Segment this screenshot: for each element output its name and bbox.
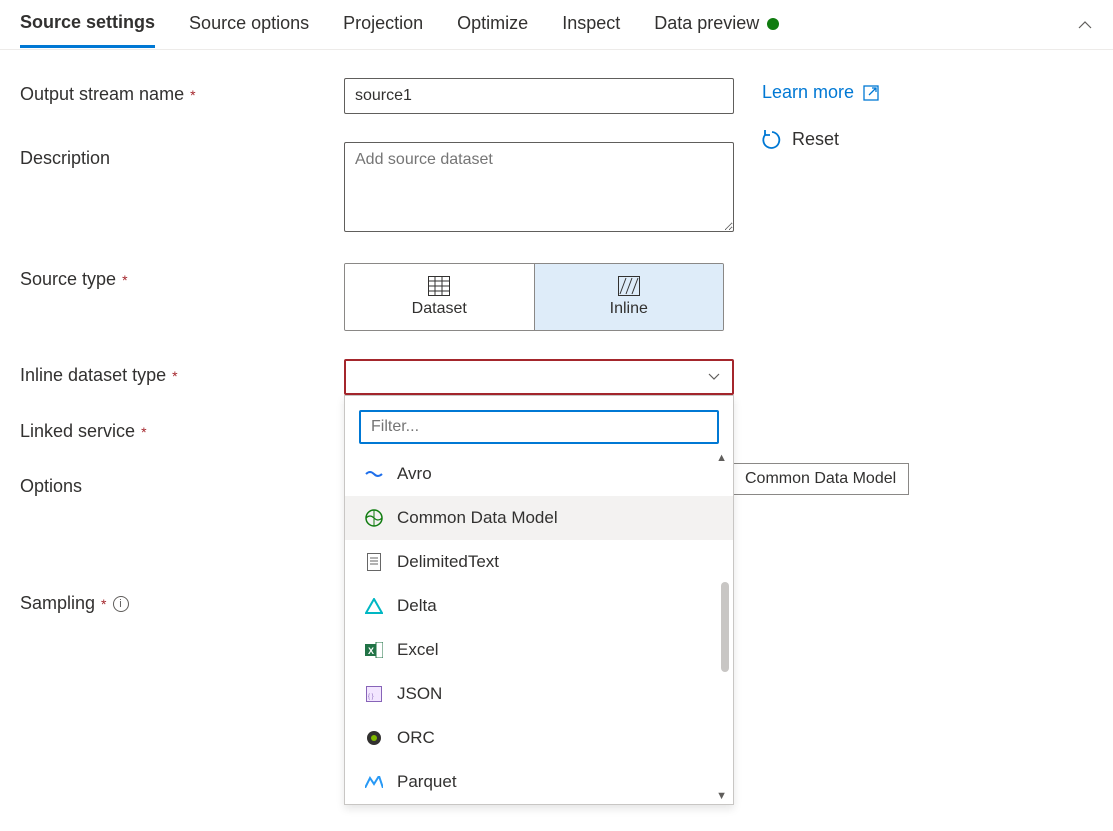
label-description: Description bbox=[20, 142, 344, 169]
dropdown-scrollbar[interactable] bbox=[721, 582, 729, 672]
json-icon: { } bbox=[365, 685, 383, 703]
dropdown-filter-input[interactable] bbox=[359, 410, 719, 444]
row-output-stream-name: Output stream name* bbox=[20, 78, 734, 114]
inline-dataset-type-combobox[interactable] bbox=[344, 359, 734, 395]
svg-text:{ }: { } bbox=[368, 694, 374, 700]
form-column: Output stream name* Description Source t… bbox=[20, 78, 734, 642]
output-stream-name-input[interactable] bbox=[344, 78, 734, 114]
row-description: Description bbox=[20, 142, 734, 235]
info-icon[interactable]: i bbox=[113, 596, 129, 612]
delta-icon bbox=[365, 597, 383, 615]
collapse-panel-icon[interactable] bbox=[1077, 17, 1093, 33]
label-output-stream-name: Output stream name* bbox=[20, 78, 344, 105]
dataset-type-dropdown: ▲ Avro Common Data Model DelimitedText bbox=[344, 395, 734, 805]
dropdown-item-delimitedtext[interactable]: DelimitedText bbox=[345, 540, 733, 584]
reset-button[interactable]: Reset bbox=[762, 129, 880, 150]
dataset-icon bbox=[428, 276, 450, 296]
reset-icon bbox=[762, 130, 782, 150]
chevron-down-icon bbox=[708, 373, 720, 381]
dropdown-item-delta[interactable]: Delta bbox=[345, 584, 733, 628]
tab-projection[interactable]: Projection bbox=[343, 3, 423, 46]
dropdown-list[interactable]: ▲ Avro Common Data Model DelimitedText bbox=[345, 452, 733, 804]
source-type-dataset[interactable]: Dataset bbox=[345, 264, 534, 330]
excel-icon: X bbox=[365, 641, 383, 659]
dropdown-item-orc[interactable]: ORC bbox=[345, 716, 733, 760]
cdm-icon bbox=[365, 509, 383, 527]
required-marker: * bbox=[172, 368, 177, 384]
label-source-type: Source type* bbox=[20, 263, 344, 290]
external-link-icon bbox=[862, 84, 880, 102]
avro-icon bbox=[365, 465, 383, 483]
inline-icon bbox=[618, 276, 640, 296]
required-marker: * bbox=[122, 272, 127, 288]
scroll-down-icon[interactable]: ▼ bbox=[716, 790, 727, 802]
orc-icon bbox=[365, 729, 383, 747]
content-area: Output stream name* Description Source t… bbox=[0, 50, 1113, 682]
label-sampling: Sampling* i bbox=[20, 587, 344, 614]
dropdown-item-json[interactable]: { } JSON bbox=[345, 672, 733, 716]
status-dot-icon bbox=[767, 18, 779, 30]
description-input[interactable] bbox=[344, 142, 734, 232]
parquet-icon bbox=[365, 773, 383, 791]
tab-data-preview[interactable]: Data preview bbox=[654, 3, 779, 46]
tooltip: Common Data Model bbox=[732, 463, 909, 495]
label-inline-dataset-type: Inline dataset type* bbox=[20, 359, 344, 386]
svg-text:X: X bbox=[368, 646, 374, 656]
tabs-bar: Source settings Source options Projectio… bbox=[0, 0, 1113, 50]
dropdown-item-common-data-model[interactable]: Common Data Model bbox=[345, 496, 733, 540]
row-inline-dataset-type: Inline dataset type* ▲ Avro bbox=[20, 359, 734, 395]
text-file-icon bbox=[365, 553, 383, 571]
row-source-type: Source type* Dataset Inline bbox=[20, 263, 734, 331]
tab-inspect[interactable]: Inspect bbox=[562, 3, 620, 46]
scroll-up-icon[interactable]: ▲ bbox=[716, 452, 727, 464]
label-linked-service: Linked service* bbox=[20, 415, 344, 442]
dropdown-item-avro[interactable]: Avro bbox=[345, 452, 733, 496]
side-column: Learn more Reset bbox=[762, 78, 880, 642]
required-marker: * bbox=[101, 596, 106, 612]
dropdown-item-excel[interactable]: X Excel bbox=[345, 628, 733, 672]
source-type-toggle: Dataset Inline bbox=[344, 263, 724, 331]
required-marker: * bbox=[190, 87, 195, 103]
learn-more-link[interactable]: Learn more bbox=[762, 82, 880, 103]
tab-source-settings[interactable]: Source settings bbox=[20, 2, 155, 48]
source-type-inline[interactable]: Inline bbox=[534, 264, 724, 330]
tab-source-options[interactable]: Source options bbox=[189, 3, 309, 46]
label-options: Options bbox=[20, 470, 344, 497]
tab-optimize[interactable]: Optimize bbox=[457, 3, 528, 46]
dropdown-item-parquet[interactable]: Parquet bbox=[345, 760, 733, 804]
required-marker: * bbox=[141, 424, 146, 440]
